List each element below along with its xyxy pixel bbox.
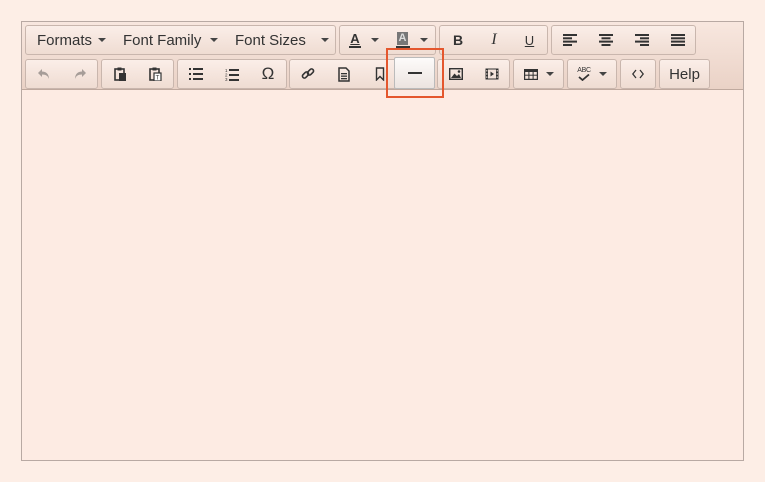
font-family-label: Font Family [123, 31, 202, 49]
link-button[interactable] [290, 60, 326, 88]
bookmark-icon [375, 67, 385, 81]
link-icon [301, 68, 315, 79]
background-color-icon: A [395, 32, 410, 48]
align-right-icon [635, 34, 649, 46]
redo-icon [74, 69, 86, 79]
source-code-button[interactable] [621, 60, 655, 88]
italic-icon: I [491, 31, 497, 48]
clipboard-group: T [101, 59, 174, 89]
paste-icon [113, 67, 126, 81]
undo-icon [38, 69, 49, 79]
font-sizes-label: Font Sizes [235, 31, 306, 49]
editor-toolbar: Formats Font Family Font Sizes A A B I U… [22, 22, 743, 90]
formats-label: Formats [37, 31, 93, 49]
spellcheck-glyph: ABC [577, 67, 591, 74]
chevron-down-icon [545, 72, 554, 76]
undo-button[interactable] [26, 60, 62, 88]
align-center-icon [599, 34, 613, 46]
align-left-icon [563, 34, 577, 46]
text-color-glyph: A [350, 30, 360, 46]
font-sizes-dropdown[interactable]: Font Sizes [224, 26, 335, 54]
rich-text-editor: Formats Font Family Font Sizes A A B I U… [21, 21, 744, 461]
svg-text:3: 3 [225, 77, 228, 81]
code-group [620, 59, 656, 89]
media-icon [485, 68, 498, 80]
formats-dropdown[interactable]: Formats [26, 26, 112, 54]
special-character-button[interactable]: Ω [250, 60, 286, 88]
bg-color-glyph: A [396, 32, 409, 45]
text-color-icon: A [349, 30, 361, 48]
spellcheck-icon: ABC [577, 67, 591, 81]
align-left-button[interactable] [552, 26, 588, 54]
document-button[interactable] [326, 60, 362, 88]
chevron-down-icon [321, 38, 329, 42]
highlight-box [386, 48, 444, 98]
help-group: Help [659, 59, 710, 89]
align-justify-icon [670, 34, 685, 46]
chevron-down-icon [598, 72, 607, 76]
code-icon [632, 69, 644, 79]
alignment-group [551, 25, 696, 55]
document-icon [338, 66, 350, 82]
image-icon [449, 68, 463, 80]
underline-icon: U [524, 32, 535, 48]
numbered-list-button[interactable]: 123 [214, 60, 250, 88]
underline-button[interactable]: U [512, 26, 547, 54]
table-icon [523, 68, 538, 80]
font-family-dropdown[interactable]: Font Family [112, 26, 224, 54]
table-button[interactable] [514, 60, 563, 88]
chevron-down-icon [419, 38, 428, 42]
chevron-down-icon [371, 38, 379, 42]
bold-button[interactable]: B [440, 26, 476, 54]
text-color-button[interactable]: A [340, 26, 388, 54]
spellcheck-group: ABC [567, 59, 617, 89]
italic-button[interactable]: I [476, 26, 512, 54]
paste-text-button[interactable]: T [138, 60, 173, 88]
spellcheck-button[interactable]: ABC [568, 60, 616, 88]
omega-icon: Ω [261, 64, 275, 83]
align-center-button[interactable] [588, 26, 624, 54]
bullet-list-icon [189, 68, 203, 80]
help-label: Help [669, 65, 700, 83]
lists-group: 123 Ω [177, 59, 287, 89]
editor-content-area[interactable] [22, 91, 743, 460]
format-dropdowns-group: Formats Font Family Font Sizes [25, 25, 336, 55]
media-button[interactable] [474, 60, 509, 88]
table-group [513, 59, 564, 89]
redo-button[interactable] [62, 60, 97, 88]
paste-button[interactable] [102, 60, 138, 88]
media-group [437, 59, 510, 89]
help-button[interactable]: Help [660, 60, 709, 88]
chevron-down-icon [210, 38, 218, 42]
svg-text:T: T [156, 76, 160, 82]
text-style-group: B I U [439, 25, 548, 55]
paste-text-icon: T [149, 67, 162, 81]
bold-icon: B [452, 32, 464, 48]
bullet-list-button[interactable] [178, 60, 214, 88]
history-group [25, 59, 98, 89]
align-justify-button[interactable] [660, 26, 695, 54]
chevron-down-icon [98, 38, 106, 42]
numbered-list-icon: 123 [225, 68, 239, 81]
align-right-button[interactable] [624, 26, 660, 54]
